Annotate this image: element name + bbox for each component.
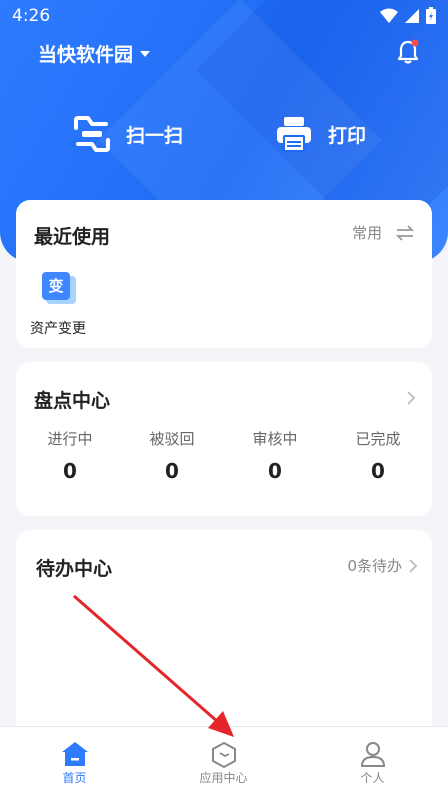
home-icon [61,742,88,766]
signal-icon [405,8,419,23]
wifi-icon [380,8,398,23]
asset-change-icon: 变 [42,272,76,304]
person-icon [360,742,385,767]
todo-count-link[interactable]: 0条待办 [347,555,418,576]
printer-icon [277,117,311,152]
print-button[interactable]: 打印 [274,110,366,158]
scan-button[interactable]: 扫一扫 [72,110,183,158]
company-name: 当快软件园 [38,44,134,66]
scan-icon [74,116,110,152]
scan-label: 扫一扫 [126,124,184,147]
todo-title: 待办中心 [36,558,113,580]
chevron-right-icon [409,558,418,573]
todo-card: 待办中心 0条待办 [16,530,432,740]
inventory-card[interactable]: 盘点中心 进行中 0 被驳回 0 审核中 0 已完成 0 [16,362,432,516]
switch-arrows-icon [396,224,414,241]
status-time: 4:26 [12,6,51,26]
hexagon-icon [211,741,236,769]
tab-app-center[interactable]: 应用中心 [149,727,298,796]
chevron-right-icon [407,391,416,405]
common-label: 常用 [351,224,382,242]
bottom-tab-bar: 首页 应用中心 个人 [0,726,448,796]
top-bar: 当快软件园 [0,36,448,72]
stat-rejected[interactable]: 被驳回 0 [120,428,224,483]
recent-item-asset-change[interactable]: 变 资产变更 [26,272,90,338]
inventory-title: 盘点中心 [34,390,111,412]
tab-home[interactable]: 首页 [0,727,149,796]
common-toggle[interactable]: 常用 [352,222,414,243]
caret-down-icon [140,50,151,57]
battery-icon [426,7,436,24]
recent-use-card: 最近使用 常用 变 资产变更 [16,200,432,348]
stat-under-review[interactable]: 审核中 0 [223,428,327,483]
company-selector[interactable]: 当快软件园 [38,40,151,67]
recent-title: 最近使用 [34,226,111,248]
status-bar: 4:26 [0,0,448,30]
print-label: 打印 [328,124,367,147]
notification-bell-icon[interactable] [394,38,422,66]
recent-item-label: 资产变更 [30,321,86,337]
stat-in-progress[interactable]: 进行中 0 [18,428,122,483]
stat-completed[interactable]: 已完成 0 [326,428,430,483]
tab-personal[interactable]: 个人 [298,727,447,796]
